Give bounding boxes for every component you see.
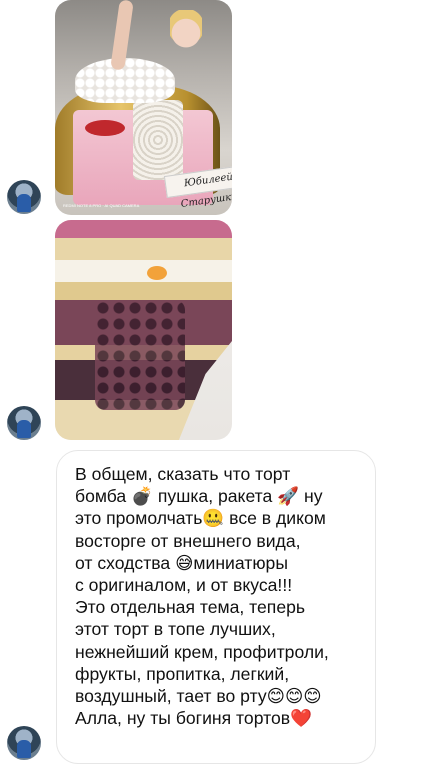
message-line: В общем, сказать что торт [75,464,291,484]
text-message-bubble[interactable]: В общем, сказать что торт бомба 💣 пушка,… [56,450,376,764]
message-line: бомба 💣 пушка, ракета 🚀 ну [75,486,323,507]
photo-message-cake-top[interactable]: Юбилеей Старушки! REDMI NOTE 8 PRO · AI … [55,0,232,215]
message-line: этот торт в топе лучших, [75,619,276,640]
cake-cream-decoration [133,100,183,180]
message-line: фрукты, пропитка, легкий, [75,663,290,684]
message-line: Это отдельная тема, теперь [75,597,306,618]
sender-avatar[interactable] [7,406,41,440]
sender-avatar[interactable] [7,726,41,760]
cake-slice-filling [95,300,185,410]
cake-bath-bubbles [75,58,175,103]
photo-message-cake-slice[interactable] [55,220,232,440]
message-line: восторге от внешнего вида, [75,530,301,551]
message-line: нежнейший крем, профитроли, [75,641,329,662]
cake-red-bow [85,120,125,136]
message-line: от сходства 😅миниатюры [75,552,288,573]
message-line: Алла, ну ты богиня тортов❤️ [75,708,312,729]
message-line: воздушный, тает во рту😊😊😊 [75,686,322,707]
sender-avatar[interactable] [7,180,41,214]
message-line: это промолчать🤐 все в диком [75,508,326,529]
cake-slice-fruit [147,266,167,280]
message-line: с оригиналом, и от вкуса!!! [75,575,293,596]
camera-watermark: REDMI NOTE 8 PRO · AI QUAD CAMERA [63,203,140,208]
cake-figure-head [170,10,202,52]
